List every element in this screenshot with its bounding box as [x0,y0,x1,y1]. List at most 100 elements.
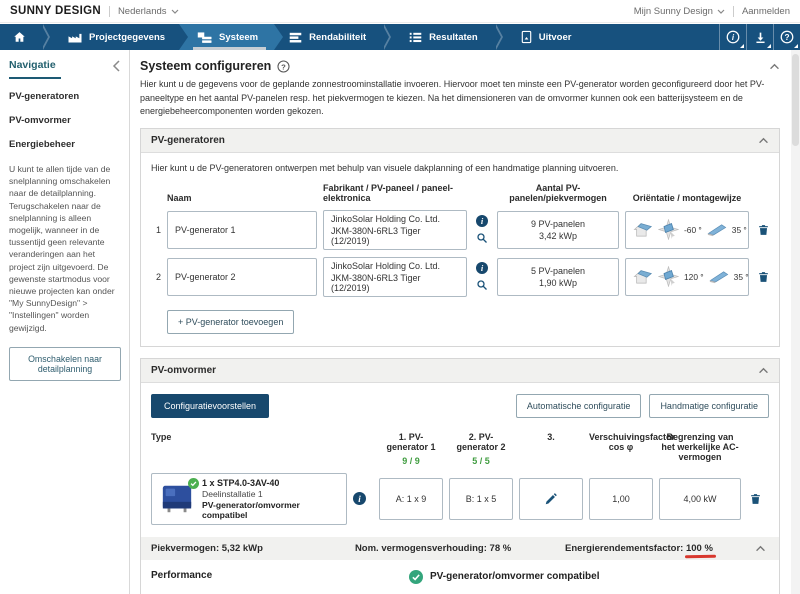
check-circle-icon [409,570,423,584]
column-generator-1: 1. PV-generator 1 [379,432,443,452]
scrollbar-area [788,50,800,594]
panel-selection-box[interactable]: JinkoSolar Holding Co. Ltd.JKM-380N-6RL3… [323,257,467,297]
export-icon [520,30,533,44]
row-index: 2 [151,272,161,282]
pv-generators-header[interactable]: PV-generatoren [141,129,779,153]
compatibility-panel: PV-generator/omvormer compatibel Paramet… [409,570,769,594]
automatic-configuration-button[interactable]: Automatische configuratie [516,394,642,418]
navbar-download-icon[interactable] [746,24,773,50]
edit-assignment-box[interactable] [519,478,583,520]
svg-text:?: ? [784,32,789,42]
tab-resultaten[interactable]: Resultaten [394,24,492,50]
tab-separator [39,24,53,50]
content-area: Navigatie PV-generatoren PV-omvormer Energ… [0,50,800,594]
help-icon[interactable]: ? [277,60,290,73]
sidebar-title[interactable]: Navigatie [9,59,61,79]
account-menu[interactable]: Mijn Sunny Design [634,6,725,17]
energy-factor-value: 100 % [686,543,713,554]
tab-label: Resultaten [429,32,478,43]
sidebar-item-energiebeheer[interactable]: Energiebeheer [9,139,121,150]
energy-factor-summary: Energierendementsfactor: 100 % [565,543,755,554]
inverter-row: 1 x STP4.0-3AV-40 Deelinstallatie 1 PV-g… [151,473,769,525]
chevron-up-icon[interactable] [755,545,766,552]
pv-generator-row: 1 PV-generator 1 JinkoSolar Holding Co. … [151,210,769,250]
panel-count-box[interactable]: 5 PV-panelen1,90 kWp [497,258,619,296]
divider [733,6,734,17]
generator-name-input[interactable]: PV-generator 1 [167,211,317,249]
nav-tabs: Projectgegevens Systeem Rendabiliteit Resul… [0,24,585,50]
cos-phi-box[interactable]: 1,00 [589,478,653,520]
login-link[interactable]: Aanmelden [742,6,790,17]
column-fabrikant: Fabrikant / PV-paneel / paneel-elektroni… [323,183,467,203]
sidebar-note: U kunt te allen tijde van de snelplannin… [9,163,121,334]
tilt-panel-icon [707,222,727,237]
panel-search-icon[interactable] [476,279,488,291]
inverter-summary-bar: Piekvermogen: 5,32 kWp Nom. vermogensver… [141,537,779,560]
tab-home[interactable] [0,24,39,50]
navbar-help-icon[interactable]: ? [773,24,800,50]
tab-separator [492,24,506,50]
vertical-scrollbar[interactable] [791,50,800,594]
column-orientatie: Oriëntatie / montagewijze [625,193,749,203]
tab-uitvoer[interactable]: Uitvoer [506,24,586,50]
tab-rendabiliteit[interactable]: Rendabiliteit [274,24,380,50]
roof-planning-icon[interactable] [632,267,653,286]
generator-name-input[interactable]: PV-generator 2 [167,258,317,296]
panel-info-icon[interactable]: i [476,215,488,227]
scrollbar-thumb[interactable] [792,54,799,146]
panel-selection-box[interactable]: JinkoSolar Holding Co. Ltd.JKM-380N-6RL3… [323,210,467,250]
sidebar-item-pv-generatoren[interactable]: PV-generatoren [9,91,121,102]
pv-inverter-header[interactable]: PV-omvormer [141,359,779,383]
delete-inverter-icon[interactable] [747,492,763,506]
inverter-type-box[interactable]: 1 x STP4.0-3AV-40 Deelinstallatie 1 PV-g… [151,473,347,525]
navbar-info-icon[interactable]: i [719,24,746,50]
inverter-info-icon[interactable]: i [353,492,366,505]
column-type: Type [151,432,347,442]
top-header: SUNNY DESIGN Nederlands Mijn Sunny Desig… [0,0,800,23]
tab-label: Rendabiliteit [309,32,366,43]
column-aantal: Aantal PV-panelen/piekvermogen [497,183,619,203]
pv-generators-intro: Hier kunt u de PV-generatoren ontwerpen … [151,163,769,173]
delete-generator-icon[interactable] [755,223,771,237]
inverter-image [160,482,194,516]
language-selector[interactable]: Nederlands [118,6,179,17]
profitability-icon [288,31,303,44]
orientation-box[interactable]: -60 ° 35 ° [625,211,749,249]
collapse-page-icon[interactable] [769,63,780,70]
ac-limit-box[interactable]: 4,00 kW [659,478,741,520]
sidebar-collapse-icon[interactable] [112,60,121,72]
tab-systeem[interactable]: Systeem [179,24,274,50]
sidebar-item-pv-omvormer[interactable]: PV-omvormer [9,115,121,126]
orientation-box[interactable]: 120 ° 35 ° [625,258,749,296]
generator-1-assignment-box[interactable]: A: 1 x 9 [379,478,443,520]
configuration-proposals-button[interactable]: Configuratievoorstellen [151,394,269,418]
tab-label: Systeem [219,32,258,43]
chevron-up-icon[interactable] [758,137,769,144]
add-pv-generator-button[interactable]: + PV-generator toevoegen [167,310,294,334]
pv-inverter-title: PV-omvormer [151,365,216,376]
roof-planning-icon[interactable] [632,220,653,239]
page-title: Systeem configureren [140,59,271,73]
tab-projectgegevens[interactable]: Projectgegevens [53,24,179,50]
column-generator-3: 3. [519,432,583,442]
project-data-icon [67,31,83,44]
generator-2-assignment-box[interactable]: B: 1 x 5 [449,478,513,520]
panel-info-icon[interactable]: i [476,262,488,274]
performance-title: Performance [151,570,395,581]
manual-configuration-button[interactable]: Handmatige configuratie [649,394,769,418]
tab-separator [380,24,394,50]
page-intro: Hier kunt u de gegevens voor de geplande… [140,78,780,119]
chevron-up-icon[interactable] [758,367,769,374]
pencil-icon [544,492,558,506]
language-label: Nederlands [118,6,167,17]
home-icon [12,30,27,44]
panel-search-icon[interactable] [476,232,488,244]
chevron-down-icon [717,9,725,14]
delete-generator-icon[interactable] [755,270,771,284]
azimuth-compass-icon [658,219,679,240]
chevron-down-icon [171,9,179,14]
brand-logo[interactable]: SUNNY DESIGN [10,5,101,17]
column-cos-phi: Verschuivingsfactor cos φ [589,432,653,452]
panel-count-box[interactable]: 9 PV-panelen3,42 kWp [497,211,619,249]
switch-detail-planning-button[interactable]: Omschakelen naar detailplanning [9,347,121,381]
